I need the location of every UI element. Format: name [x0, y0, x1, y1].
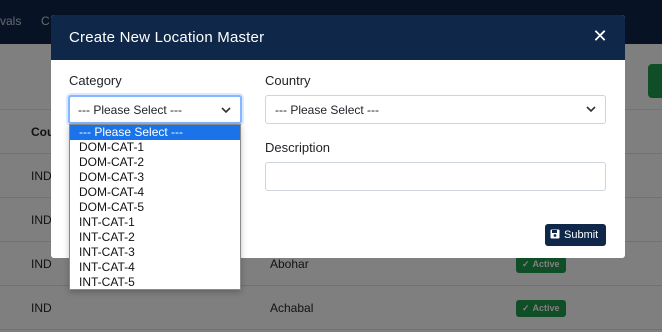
description-field[interactable] [265, 162, 606, 191]
category-option[interactable]: DOM-CAT-3 [70, 170, 240, 185]
category-option[interactable]: INT-CAT-2 [70, 230, 240, 245]
modal-title: Create New Location Master [69, 29, 265, 46]
category-option[interactable]: INT-CAT-4 [70, 260, 240, 275]
category-select-value: --- Please Select --- [78, 103, 183, 117]
chevron-down-icon [221, 107, 231, 114]
chevron-down-icon [586, 106, 596, 113]
submit-label: Submit [564, 229, 599, 241]
floppy-disk-icon [550, 229, 560, 239]
modal-header: Create New Location Master ✕ [51, 15, 625, 60]
category-option[interactable]: DOM-CAT-1 [70, 140, 240, 155]
category-select[interactable]: --- Please Select --- [68, 95, 242, 124]
category-option[interactable]: DOM-CAT-5 [70, 200, 240, 215]
category-option[interactable]: DOM-CAT-2 [70, 155, 240, 170]
category-option[interactable]: INT-CAT-3 [70, 245, 240, 260]
category-option[interactable]: INT-CAT-5 [70, 275, 240, 290]
country-select-value: --- Please Select --- [275, 103, 380, 117]
category-options-list: --- Please Select --- DOM-CAT-1 DOM-CAT-… [69, 124, 241, 290]
category-option[interactable]: INT-CAT-1 [70, 215, 240, 230]
category-label: Category [69, 73, 122, 88]
close-icon[interactable]: ✕ [591, 27, 609, 45]
submit-button[interactable]: Submit [545, 224, 606, 246]
category-option[interactable]: DOM-CAT-4 [70, 185, 240, 200]
country-label: Country [265, 73, 311, 88]
description-label: Description [265, 140, 331, 155]
country-select[interactable]: --- Please Select --- [265, 95, 606, 124]
category-option[interactable]: --- Please Select --- [70, 125, 240, 140]
